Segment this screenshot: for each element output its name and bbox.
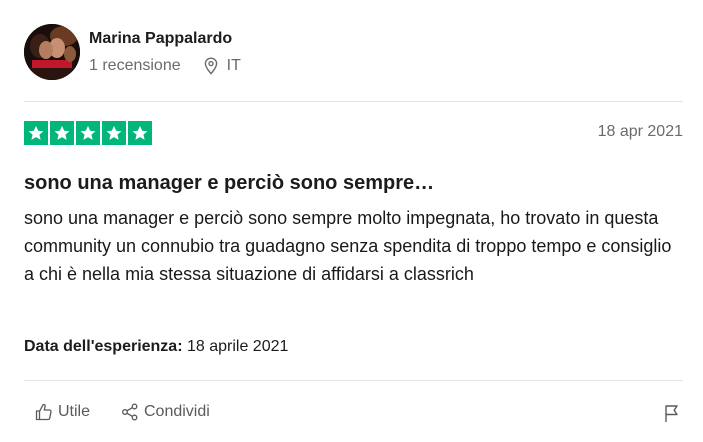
star-icon — [102, 121, 126, 145]
star-icon — [128, 121, 152, 145]
star-icon — [24, 121, 48, 145]
star-rating — [24, 121, 152, 145]
like-label: Utile — [58, 403, 91, 420]
reviewer-name[interactable]: Marina Pappalardo — [89, 30, 232, 48]
flag-icon — [665, 405, 678, 422]
share-label: Condividi — [144, 403, 210, 420]
review-title[interactable]: sono una manager e perciò sono sempre… — [24, 172, 434, 195]
footer-divider — [24, 380, 683, 381]
like-button[interactable]: Utile — [34, 402, 90, 422]
header-divider — [24, 101, 683, 102]
review-card: Marina Pappalardo 1 recensione IT 18 apr… — [24, 0, 683, 442]
report-flag-button[interactable] — [663, 403, 681, 428]
share-icon — [122, 403, 138, 421]
star-icon — [76, 121, 100, 145]
reviewer-country: IT — [226, 57, 241, 74]
avatar-photo — [24, 24, 80, 80]
review-count: 1 recensione — [89, 57, 181, 74]
reviewer-header: Marina Pappalardo 1 recensione IT — [24, 24, 683, 82]
experience-date: Data dell'esperienza: 18 aprile 2021 — [24, 338, 288, 356]
review-actions: Utile Condividi — [24, 402, 683, 426]
experience-label: Data dell'esperienza: — [24, 338, 183, 355]
share-button[interactable]: Condividi — [120, 402, 210, 422]
location-pin-icon — [203, 57, 219, 75]
reviewer-meta: 1 recensione IT — [89, 57, 241, 75]
experience-date-value: 18 aprile 2021 — [186, 338, 289, 355]
thumbs-up-icon — [35, 403, 52, 421]
star-icon — [50, 121, 74, 145]
review-date: 18 apr 2021 — [597, 123, 683, 140]
review-body: sono una manager e perciò sono sempre mo… — [24, 208, 672, 284]
reviewer-avatar[interactable] — [24, 24, 80, 80]
